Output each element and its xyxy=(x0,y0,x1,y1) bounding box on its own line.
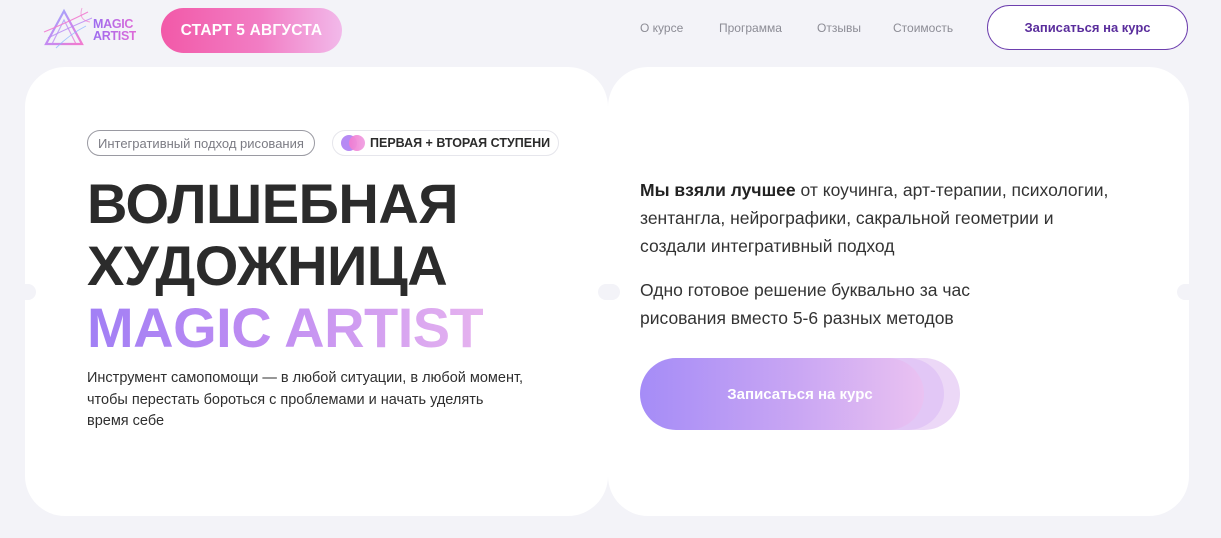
card-notch xyxy=(598,284,620,300)
intro-paragraph-bold: Мы взяли лучшее xyxy=(640,180,796,200)
card-notch xyxy=(14,284,36,300)
headline-line-2: ХУДОЖНИЦА xyxy=(87,234,448,297)
site-logo[interactable]: MAGIC ARTIST xyxy=(42,6,152,50)
headline-brand: MAGIC ARTIST xyxy=(87,296,484,359)
card-notch xyxy=(1177,284,1199,300)
hero-cta: Записаться на курс xyxy=(640,358,960,430)
header: MAGIC ARTIST СТАРТ 5 АВГУСТА О курсе Прог… xyxy=(0,0,1221,60)
triangle-logo-icon xyxy=(43,7,93,49)
hero-headline: ВОЛШЕБНАЯ ХУДОЖНИЦА MAGIC ARTIST xyxy=(87,172,484,359)
solution-paragraph: Одно готовое решение буквально за час ри… xyxy=(640,280,970,328)
intro-paragraph: Мы взяли лучшее от коучинга, арт-терапии… xyxy=(640,176,1110,260)
header-enroll-button[interactable]: Записаться на курс xyxy=(987,5,1188,50)
logo-text: MAGIC ARTIST xyxy=(93,17,137,43)
steps-tag: ПЕРВАЯ + ВТОРАЯ СТУПЕНИ xyxy=(332,130,560,156)
headline-line-1: ВОЛШЕБНАЯ xyxy=(87,172,459,235)
two-dots-icon xyxy=(341,135,365,151)
approach-tag: Интегративный подход рисования xyxy=(87,130,315,156)
hero-subtext: Инструмент самопомощи — в любой ситуации… xyxy=(87,370,524,429)
nav-link-about[interactable]: О курсе xyxy=(640,21,683,35)
start-date-badge: СТАРТ 5 АВГУСТА xyxy=(161,8,342,53)
nav-link-program[interactable]: Программа xyxy=(719,21,782,35)
steps-tag-label: ПЕРВАЯ + ВТОРАЯ СТУПЕНИ xyxy=(370,136,551,150)
hero-enroll-button[interactable]: Записаться на курс xyxy=(640,358,924,430)
nav-link-reviews[interactable]: Отзывы xyxy=(817,21,861,35)
nav-link-price[interactable]: Стоимость xyxy=(893,21,953,35)
